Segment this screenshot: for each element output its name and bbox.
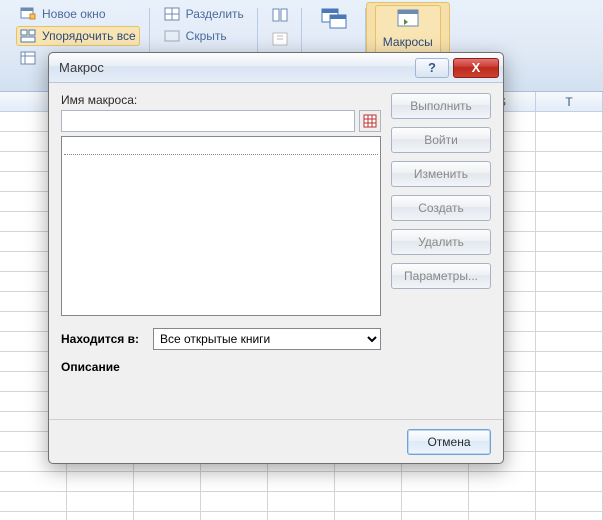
hide-icon [164, 28, 180, 44]
close-button[interactable]: X [453, 58, 499, 78]
arrange-all-label: Упорядочить все [42, 29, 136, 43]
new-window-label: Новое окно [42, 7, 106, 21]
macro-name-input[interactable] [61, 110, 355, 132]
side-by-side-icon[interactable] [272, 7, 288, 23]
new-window-button[interactable]: Новое окно [16, 4, 140, 24]
switch-windows-button[interactable] [312, 4, 356, 32]
arrange-all-button[interactable]: Упорядочить все [16, 26, 140, 46]
freeze-icon [20, 50, 36, 66]
delete-button[interactable]: Удалить [391, 229, 491, 255]
location-select[interactable]: Все открытые книги [153, 328, 381, 350]
run-button[interactable]: Выполнить [391, 93, 491, 119]
switch-windows-icon [320, 6, 348, 30]
macro-dialog: Макрос ? X Имя макроса: Находится в: Все… [48, 52, 504, 464]
dialog-title: Макрос [59, 60, 104, 75]
collapse-dialog-button[interactable] [359, 110, 381, 132]
macros-icon [394, 7, 422, 31]
step-into-button[interactable]: Войти [391, 127, 491, 153]
edit-button[interactable]: Изменить [391, 161, 491, 187]
arrange-all-icon [20, 28, 36, 44]
split-button[interactable]: Разделить [160, 4, 248, 24]
hide-button[interactable]: Скрыть [160, 26, 248, 46]
split-label: Разделить [186, 7, 244, 21]
location-label: Находится в: [61, 332, 147, 346]
grid-icon [363, 114, 377, 128]
macro-name-label: Имя макроса: [61, 93, 381, 107]
list-selection-strip [64, 139, 378, 155]
create-button[interactable]: Создать [391, 195, 491, 221]
macros-button-label: Макросы [383, 35, 433, 49]
sync-scroll-icon[interactable] [272, 31, 288, 47]
col-header[interactable]: T [536, 92, 603, 111]
new-window-icon [20, 6, 36, 22]
description-label: Описание [61, 360, 381, 374]
macro-listbox[interactable] [61, 136, 381, 316]
help-icon: ? [428, 60, 436, 75]
split-icon [164, 6, 180, 22]
dialog-body: Имя макроса: Находится в: Все открытые к… [49, 83, 503, 419]
options-button[interactable]: Параметры... [391, 263, 491, 289]
close-icon: X [472, 60, 481, 75]
dialog-footer: Отмена [49, 419, 503, 463]
dialog-titlebar[interactable]: Макрос ? X [49, 53, 503, 83]
cancel-button[interactable]: Отмена [407, 429, 491, 455]
help-button[interactable]: ? [415, 58, 449, 78]
hide-label: Скрыть [186, 29, 227, 43]
